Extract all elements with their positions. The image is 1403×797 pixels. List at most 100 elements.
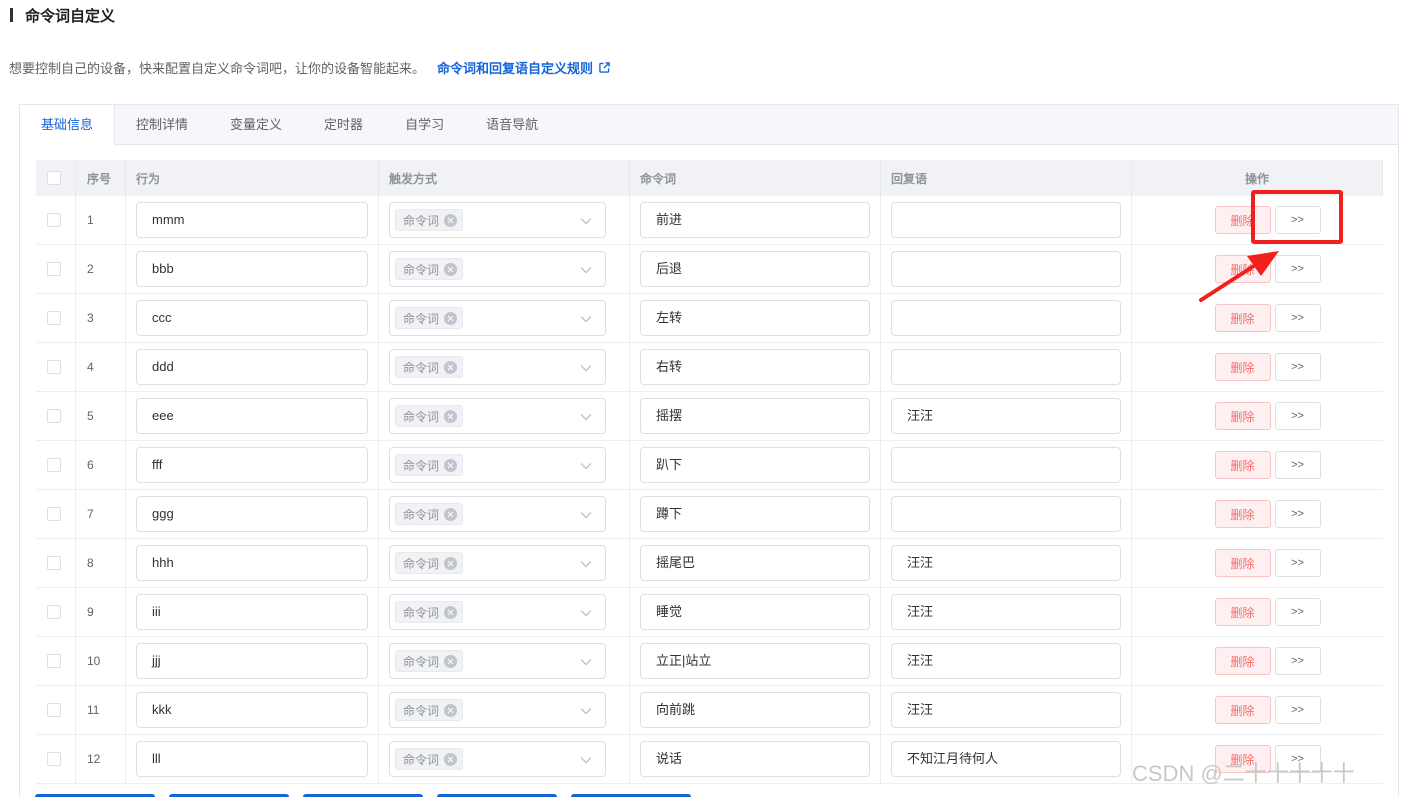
tag-close-icon[interactable] xyxy=(444,262,458,276)
tag-close-icon[interactable] xyxy=(444,311,458,325)
command-input[interactable]: 摇摆 xyxy=(640,398,870,434)
tag-close-icon[interactable] xyxy=(444,360,458,374)
behavior-input[interactable]: jjj xyxy=(136,643,368,679)
reply-input[interactable] xyxy=(891,447,1121,483)
more-button[interactable]: >> xyxy=(1274,304,1321,332)
tag-close-icon[interactable] xyxy=(444,458,458,472)
row-checkbox[interactable] xyxy=(47,654,61,668)
tab-0[interactable]: 基础信息 xyxy=(20,105,116,146)
reply-input[interactable] xyxy=(891,251,1121,287)
select-all-checkbox[interactable] xyxy=(47,171,61,185)
row-checkbox[interactable] xyxy=(47,360,61,374)
command-input[interactable]: 前进 xyxy=(640,202,870,238)
more-button[interactable]: >> xyxy=(1274,647,1321,675)
reply-input[interactable]: 汪汪 xyxy=(891,398,1121,434)
tag-close-icon[interactable] xyxy=(444,752,458,766)
behavior-input[interactable]: mmm xyxy=(136,202,368,238)
tag-close-icon[interactable] xyxy=(444,605,458,619)
reply-input[interactable] xyxy=(891,349,1121,385)
row-checkbox[interactable] xyxy=(47,752,61,766)
tag-close-icon[interactable] xyxy=(444,703,458,717)
delete-button[interactable]: 删除 xyxy=(1214,696,1271,724)
more-button[interactable]: >> xyxy=(1274,353,1321,381)
behavior-input[interactable]: kkk xyxy=(136,692,368,728)
command-input[interactable]: 后退 xyxy=(640,251,870,287)
reply-input[interactable] xyxy=(891,300,1121,336)
delete-button[interactable]: 删除 xyxy=(1214,353,1271,381)
reply-input[interactable] xyxy=(891,496,1121,532)
delete-button[interactable]: 删除 xyxy=(1214,745,1271,773)
trigger-select[interactable]: 命令词 xyxy=(389,594,606,630)
trigger-select[interactable]: 命令词 xyxy=(389,545,606,581)
command-input[interactable]: 摇尾巴 xyxy=(640,545,870,581)
command-input[interactable]: 趴下 xyxy=(640,447,870,483)
row-checkbox[interactable] xyxy=(47,409,61,423)
behavior-input[interactable]: ccc xyxy=(136,300,368,336)
command-input[interactable]: 左转 xyxy=(640,300,870,336)
delete-button[interactable]: 删除 xyxy=(1214,304,1271,332)
behavior-input[interactable]: eee xyxy=(136,398,368,434)
trigger-select[interactable]: 命令词 xyxy=(389,251,606,287)
delete-button[interactable]: 删除 xyxy=(1214,647,1271,675)
behavior-input[interactable]: lll xyxy=(136,741,368,777)
trigger-select[interactable]: 命令词 xyxy=(389,692,606,728)
delete-button[interactable]: 删除 xyxy=(1214,598,1271,626)
row-checkbox[interactable] xyxy=(47,605,61,619)
behavior-input[interactable]: iii xyxy=(136,594,368,630)
reply-input[interactable]: 汪汪 xyxy=(891,545,1121,581)
tab-1[interactable]: 控制详情 xyxy=(115,105,209,145)
delete-button[interactable]: 删除 xyxy=(1214,451,1271,479)
row-checkbox[interactable] xyxy=(47,213,61,227)
tab-4[interactable]: 自学习 xyxy=(384,105,465,145)
behavior-input[interactable]: bbb xyxy=(136,251,368,287)
delete-button[interactable]: 删除 xyxy=(1214,549,1271,577)
tag-close-icon[interactable] xyxy=(444,507,458,521)
reply-input[interactable]: 不知江月待何人 xyxy=(891,741,1121,777)
delete-button[interactable]: 删除 xyxy=(1214,402,1271,430)
more-button[interactable]: >> xyxy=(1274,696,1321,724)
tag-close-icon[interactable] xyxy=(444,556,458,570)
behavior-input[interactable]: ggg xyxy=(136,496,368,532)
reply-input[interactable]: 汪汪 xyxy=(891,692,1121,728)
more-button[interactable]: >> xyxy=(1274,206,1321,234)
tab-2[interactable]: 变量定义 xyxy=(209,105,303,145)
more-button[interactable]: >> xyxy=(1274,598,1321,626)
more-button[interactable]: >> xyxy=(1274,255,1321,283)
row-checkbox[interactable] xyxy=(47,703,61,717)
trigger-select[interactable]: 命令词 xyxy=(389,202,606,238)
more-button[interactable]: >> xyxy=(1274,402,1321,430)
rules-link[interactable]: 命令词和回复语自定义规则 xyxy=(437,58,610,77)
more-button[interactable]: >> xyxy=(1274,549,1321,577)
command-input[interactable]: 立正|站立 xyxy=(640,643,870,679)
row-checkbox[interactable] xyxy=(47,311,61,325)
trigger-select[interactable]: 命令词 xyxy=(389,643,606,679)
trigger-select[interactable]: 命令词 xyxy=(389,447,606,483)
tag-close-icon[interactable] xyxy=(444,409,458,423)
more-button[interactable]: >> xyxy=(1274,745,1321,773)
trigger-select[interactable]: 命令词 xyxy=(389,300,606,336)
tag-close-icon[interactable] xyxy=(444,213,458,227)
behavior-input[interactable]: ddd xyxy=(136,349,368,385)
reply-input[interactable]: 汪汪 xyxy=(891,594,1121,630)
behavior-input[interactable]: fff xyxy=(136,447,368,483)
reply-input[interactable]: 汪汪 xyxy=(891,643,1121,679)
command-input[interactable]: 蹲下 xyxy=(640,496,870,532)
trigger-select[interactable]: 命令词 xyxy=(389,741,606,777)
row-checkbox[interactable] xyxy=(47,556,61,570)
tag-close-icon[interactable] xyxy=(444,654,458,668)
tab-5[interactable]: 语音导航 xyxy=(465,105,559,145)
trigger-select[interactable]: 命令词 xyxy=(389,496,606,532)
more-button[interactable]: >> xyxy=(1274,500,1321,528)
trigger-select[interactable]: 命令词 xyxy=(389,349,606,385)
command-input[interactable]: 睡觉 xyxy=(640,594,870,630)
command-input[interactable]: 右转 xyxy=(640,349,870,385)
row-checkbox[interactable] xyxy=(47,507,61,521)
command-input[interactable]: 向前跳 xyxy=(640,692,870,728)
tab-3[interactable]: 定时器 xyxy=(303,105,384,145)
row-checkbox[interactable] xyxy=(47,262,61,276)
delete-button[interactable]: 删除 xyxy=(1214,500,1271,528)
reply-input[interactable] xyxy=(891,202,1121,238)
command-input[interactable]: 说话 xyxy=(640,741,870,777)
behavior-input[interactable]: hhh xyxy=(136,545,368,581)
trigger-select[interactable]: 命令词 xyxy=(389,398,606,434)
